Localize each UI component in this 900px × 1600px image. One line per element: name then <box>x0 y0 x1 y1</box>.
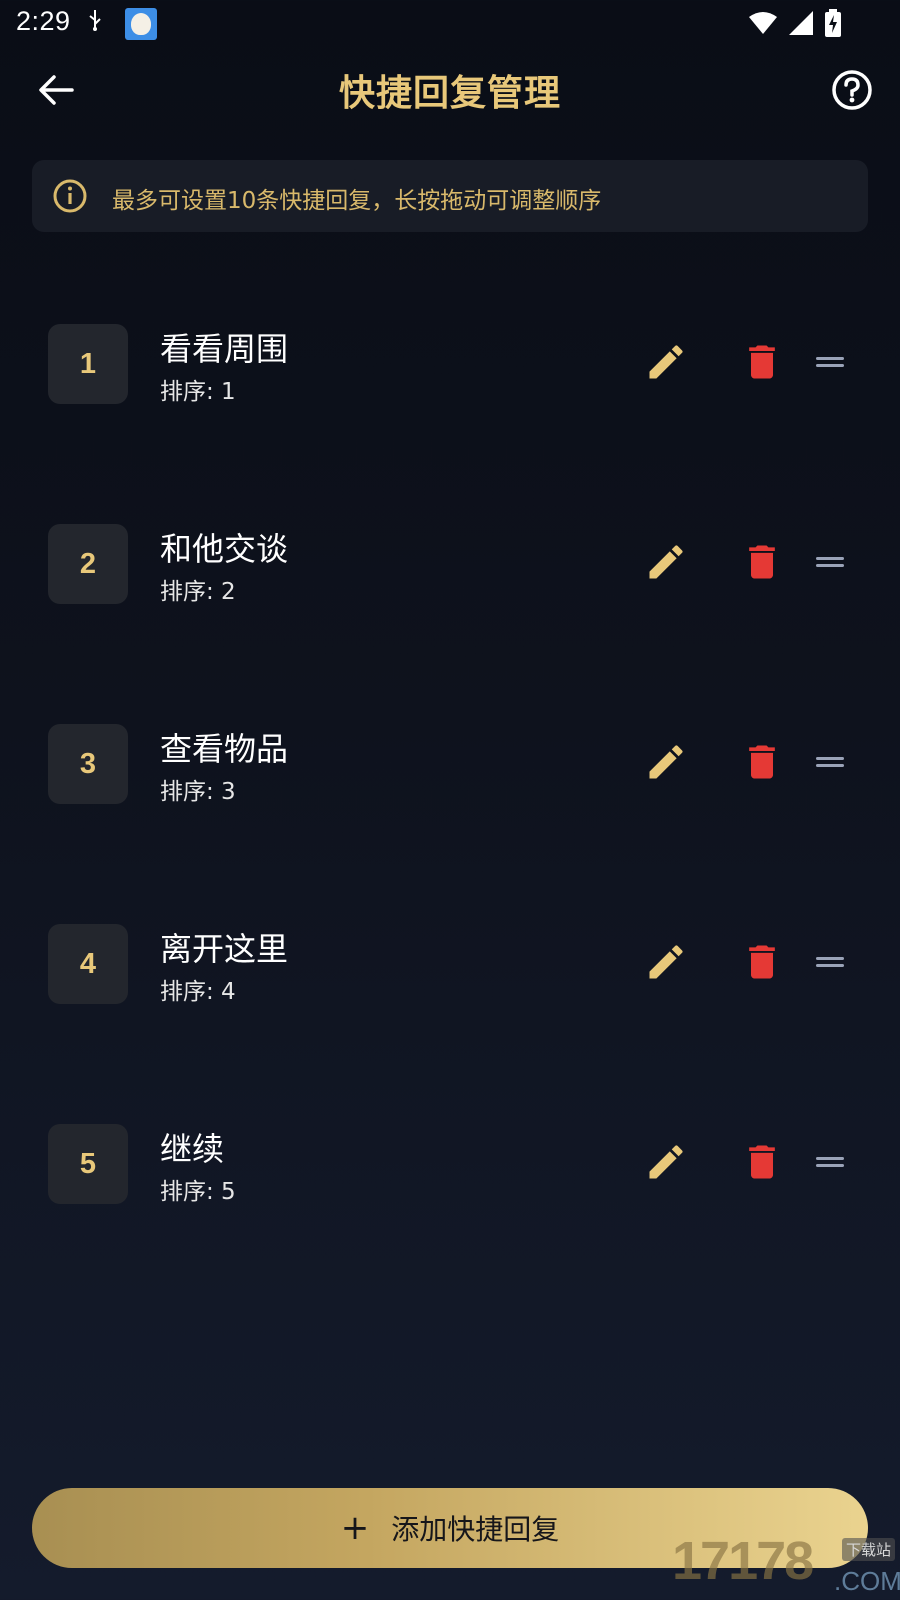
reply-text: 和他交谈 <box>160 530 289 568</box>
index-badge: 1 <box>48 324 128 404</box>
drag-handle[interactable] <box>808 540 856 588</box>
help-circle-icon <box>831 69 873 115</box>
index-badge: 5 <box>48 1124 128 1204</box>
drag-handle[interactable] <box>808 740 856 788</box>
reply-text: 看看周围 <box>160 330 289 368</box>
list-item[interactable]: 5 继续 排序: 5 <box>0 1112 900 1212</box>
drag-handle-icon <box>816 1157 844 1167</box>
trash-icon <box>749 545 775 579</box>
reply-text: 离开这里 <box>160 930 289 968</box>
battery-charging-icon <box>824 9 842 41</box>
info-circle-icon <box>52 178 88 218</box>
drag-handle[interactable] <box>808 340 856 388</box>
info-banner: 最多可设置10条快捷回复，长按拖动可调整顺序 <box>32 160 868 232</box>
reply-order: 排序: 3 <box>160 779 236 805</box>
status-time: 2:29 <box>16 6 71 36</box>
reply-text: 继续 <box>160 1130 225 1168</box>
delete-button[interactable] <box>740 1140 788 1188</box>
add-button-label: 添加快捷回复 <box>391 1513 560 1546</box>
page-title: 快捷回复管理 <box>338 73 561 114</box>
help-button[interactable] <box>826 66 878 118</box>
edit-button[interactable] <box>644 340 692 388</box>
watermark-suffix: .COM <box>834 1566 900 1596</box>
trash-icon <box>749 745 775 779</box>
edit-button[interactable] <box>644 540 692 588</box>
app-bar: 快捷回复管理 <box>0 52 900 124</box>
index-badge: 4 <box>48 924 128 1004</box>
usb-debug-icon <box>88 8 102 38</box>
edit-button[interactable] <box>644 1140 692 1188</box>
list-item[interactable]: 1 看看周围 排序: 1 <box>0 312 900 412</box>
status-bar: 2:29 <box>0 0 900 48</box>
index-badge: 3 <box>48 724 128 804</box>
drag-handle-icon <box>816 757 844 767</box>
delete-button[interactable] <box>740 340 788 388</box>
delete-button[interactable] <box>740 740 788 788</box>
drag-handle-icon <box>816 557 844 567</box>
pencil-icon <box>649 945 683 979</box>
wifi-icon <box>748 11 778 39</box>
reply-order: 排序: 1 <box>160 379 236 405</box>
drag-handle-icon <box>816 957 844 967</box>
list-item[interactable]: 3 查看物品 排序: 3 <box>0 712 900 812</box>
app-avatar-icon <box>125 8 157 40</box>
list-item[interactable]: 2 和他交谈 排序: 2 <box>0 512 900 612</box>
trash-icon <box>749 945 775 979</box>
reply-text: 查看物品 <box>160 730 289 768</box>
reply-order: 排序: 4 <box>160 979 236 1005</box>
reply-order: 排序: 5 <box>160 1179 236 1205</box>
trash-icon <box>749 345 775 379</box>
index-badge: 2 <box>48 524 128 604</box>
pencil-icon <box>649 545 683 579</box>
list-item[interactable]: 4 离开这里 排序: 4 <box>0 912 900 1012</box>
watermark-tag: 下载站 <box>842 1538 896 1561</box>
pencil-icon <box>649 345 683 379</box>
watermark-number: 17178 <box>672 1531 814 1591</box>
edit-button[interactable] <box>644 740 692 788</box>
pencil-icon <box>649 745 683 779</box>
plus-icon: + <box>340 1508 370 1548</box>
edit-button[interactable] <box>644 940 692 988</box>
drag-handle[interactable] <box>808 1140 856 1188</box>
trash-icon <box>749 1145 775 1179</box>
signal-icon <box>788 10 814 40</box>
status-icons <box>748 9 842 41</box>
drag-handle-icon <box>816 357 844 367</box>
drag-handle[interactable] <box>808 940 856 988</box>
delete-button[interactable] <box>740 540 788 588</box>
reply-order: 排序: 2 <box>160 579 236 605</box>
delete-button[interactable] <box>740 940 788 988</box>
info-text: 最多可设置10条快捷回复，长按拖动可调整顺序 <box>112 188 602 214</box>
pencil-icon <box>649 1145 683 1179</box>
watermark: 17178 下载站 .COM <box>672 1531 900 1600</box>
